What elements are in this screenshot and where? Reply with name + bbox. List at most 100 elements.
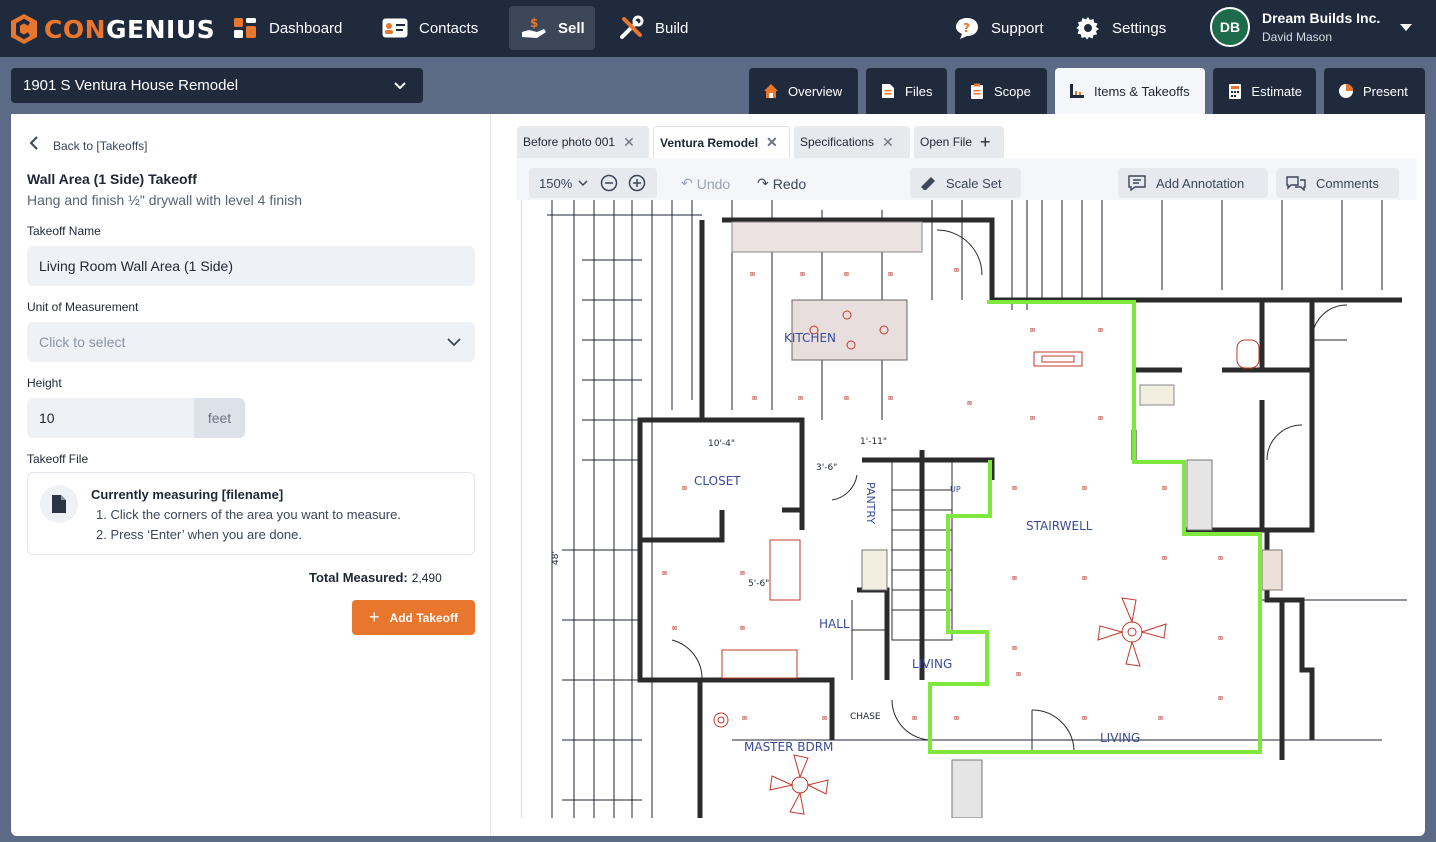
- tab-scope[interactable]: Scope: [955, 68, 1047, 114]
- svg-text:?: ?: [963, 21, 970, 35]
- svg-text:⊠: ⊠: [1158, 715, 1163, 722]
- svg-text:⊠: ⊠: [1098, 327, 1103, 334]
- nav-settings[interactable]: Settings: [1063, 6, 1178, 50]
- takeoff-name-input[interactable]: Living Room Wall Area (1 Side): [27, 246, 475, 286]
- comments-icon: [1286, 176, 1306, 191]
- tab-present[interactable]: Present: [1324, 68, 1425, 114]
- support-question-icon: ?: [954, 15, 980, 41]
- svg-text:⊠: ⊠: [1162, 555, 1167, 562]
- svg-text:⊠: ⊠: [822, 715, 827, 722]
- plan-label-closet: CLOSET: [694, 474, 741, 488]
- svg-text:⊠: ⊠: [1218, 555, 1223, 562]
- file-tab-specifications[interactable]: Specifications ✕: [794, 126, 910, 158]
- scale-set-button[interactable]: Scale Set: [910, 168, 1021, 198]
- main-card: Back to [Takeoffs] Wall Area (1 Side) Ta…: [11, 114, 1425, 836]
- svg-text:⊠: ⊠: [1030, 415, 1035, 422]
- unit-select[interactable]: Click to select: [27, 322, 475, 362]
- add-annotation-button[interactable]: Add Annotation: [1118, 168, 1268, 198]
- outlet-markers: ⊠ ⊠ ⊠ ⊠ ⊠ ⊠ ⊠ ⊠ ⊠⊠⊠ ⊠ ⊠ ⊠⊠ ⊠ ⊠ ⊠⊠ ⊠ ⊠⊠⊠⊠ ⊠⊠⊠⊠ ⊠ ⊠⊠⊠ …: [662, 267, 1223, 722]
- redo-icon: ↷: [757, 175, 769, 191]
- svg-text:⊠: ⊠: [888, 395, 893, 402]
- nav-build[interactable]: Build: [606, 6, 700, 50]
- account-chevron-down-icon[interactable]: [1400, 24, 1412, 31]
- nav-support[interactable]: ? Support: [942, 6, 1056, 50]
- comments-button[interactable]: Comments: [1276, 168, 1399, 198]
- ruler-icon: [921, 177, 935, 190]
- tab-overview-label: Overview: [788, 83, 843, 99]
- tab-items-takeoffs[interactable]: Items & Takeoffs: [1055, 68, 1205, 114]
- nav-contacts-label: Contacts: [419, 19, 479, 37]
- close-icon[interactable]: ✕: [882, 134, 894, 151]
- plan-label-hall: HALL: [819, 617, 850, 631]
- chevron-left-icon: [29, 136, 39, 155]
- comments-label: Comments: [1316, 175, 1379, 191]
- svg-text:⊠: ⊠: [752, 395, 757, 402]
- nav-support-label: Support: [991, 19, 1044, 37]
- gear-icon: [1075, 15, 1101, 41]
- svg-text:⊠: ⊠: [912, 715, 917, 722]
- project-name: 1901 S Ventura House Remodel: [23, 77, 239, 94]
- svg-text:⊠: ⊠: [1012, 645, 1017, 652]
- back-to-takeoffs-link[interactable]: Back to [Takeoffs]: [29, 136, 148, 155]
- svg-text:⊠: ⊠: [1012, 575, 1017, 582]
- svg-text:⊠: ⊠: [682, 485, 687, 492]
- nav-contacts[interactable]: Contacts: [370, 6, 490, 50]
- plan-label-kitchen: KITCHEN: [784, 331, 836, 345]
- plus-icon[interactable]: +: [980, 132, 991, 153]
- close-icon[interactable]: ✕: [623, 134, 635, 151]
- svg-text:⊠: ⊠: [888, 271, 893, 278]
- tab-estimate-label: Estimate: [1251, 83, 1302, 99]
- tab-overview[interactable]: Overview: [749, 68, 858, 114]
- account-menu[interactable]: DB Dream Builds Inc. David Mason: [1210, 7, 1380, 47]
- zoom-out-icon[interactable]: [600, 174, 618, 192]
- chevron-down-icon[interactable]: [578, 179, 588, 187]
- add-annotation-label: Add Annotation: [1156, 175, 1245, 191]
- svg-text:⊠: ⊠: [662, 570, 667, 577]
- zoom-in-icon[interactable]: [628, 174, 646, 192]
- floor-plan-canvas[interactable]: ⊠ ⊠ ⊠ ⊠ ⊠ ⊠ ⊠ ⊠ ⊠ ⊠ ⊠ ⊠ ⊠ ⊠ ⊠ ⊠ ⊠ ⊠ ⊠ ⊠ ⊠ ⊠ ⊠ ⊠ ⊠ ⊠ ⊠ ⊠ ⊠ ⊠ ⊠ ⊠ …: [521, 200, 1407, 818]
- plan-label-up: UP: [950, 485, 961, 494]
- plan-label-chase: CHASE: [850, 712, 881, 722]
- tab-files[interactable]: Files: [866, 68, 947, 114]
- svg-text:⊠: ⊠: [798, 395, 803, 402]
- instruction-step-1: 1. Click the corners of the area you wan…: [96, 507, 401, 522]
- file-tab-ventura-remodel[interactable]: Ventura Remodel ✕: [653, 126, 790, 158]
- takeoff-name-label: Takeoff Name: [27, 224, 101, 238]
- svg-text:⊠: ⊠: [740, 570, 745, 577]
- svg-text:⊠: ⊠: [844, 395, 849, 402]
- floor-plan-drawing[interactable]: ⊠ ⊠ ⊠ ⊠ ⊠ ⊠ ⊠ ⊠ ⊠⊠⊠ ⊠ ⊠ ⊠⊠ ⊠ ⊠ ⊠⊠ ⊠ ⊠⊠⊠⊠ ⊠⊠⊠⊠ ⊠ ⊠⊠⊠ …: [522, 200, 1407, 818]
- plan-dim-3: 1'-11": [860, 437, 887, 447]
- user-name: David Mason: [1262, 30, 1333, 44]
- company-name: Dream Builds Inc.: [1262, 10, 1381, 26]
- redo-button[interactable]: ↷ Redo: [757, 175, 806, 192]
- clipboard-icon: [969, 83, 985, 99]
- brand-text-2: GENIUS: [106, 14, 216, 44]
- svg-text:⊠: ⊠: [1012, 485, 1017, 492]
- file-icon: [880, 83, 896, 99]
- close-icon[interactable]: ✕: [766, 134, 778, 151]
- project-selector[interactable]: 1901 S Ventura House Remodel: [11, 68, 423, 103]
- height-input[interactable]: 10: [27, 398, 195, 438]
- plus-icon: +: [369, 607, 380, 627]
- congenius-logo[interactable]: CONGENIUS: [10, 12, 215, 46]
- svg-text:⊠: ⊠: [672, 625, 677, 632]
- file-tab-open-file[interactable]: Open File +: [914, 126, 1004, 158]
- undo-button[interactable]: ↶ Undo: [681, 175, 730, 192]
- dashboard-icon: [232, 15, 258, 41]
- nav-sell[interactable]: $ Sell: [509, 6, 595, 50]
- svg-text:⊠: ⊠: [844, 271, 849, 278]
- file-tab-label: Ventura Remodel: [660, 135, 759, 150]
- add-takeoff-button[interactable]: + Add Takeoff: [352, 600, 475, 635]
- svg-text:⊠: ⊠: [1082, 485, 1087, 492]
- zoom-level[interactable]: 150%: [539, 176, 572, 191]
- svg-text:⊠: ⊠: [1218, 695, 1223, 702]
- takeoff-title: Wall Area (1 Side) Takeoff: [27, 171, 197, 187]
- chevron-down-icon: [394, 82, 406, 90]
- file-tab-label: Open File: [920, 135, 973, 149]
- file-tab-before-photo[interactable]: Before photo 001 ✕: [517, 126, 649, 158]
- nav-dashboard[interactable]: Dashboard: [220, 6, 354, 50]
- tab-scope-label: Scope: [994, 83, 1031, 99]
- height-label: Height: [27, 376, 62, 390]
- build-tools-icon: [618, 15, 644, 41]
- tab-estimate[interactable]: Estimate: [1213, 68, 1316, 114]
